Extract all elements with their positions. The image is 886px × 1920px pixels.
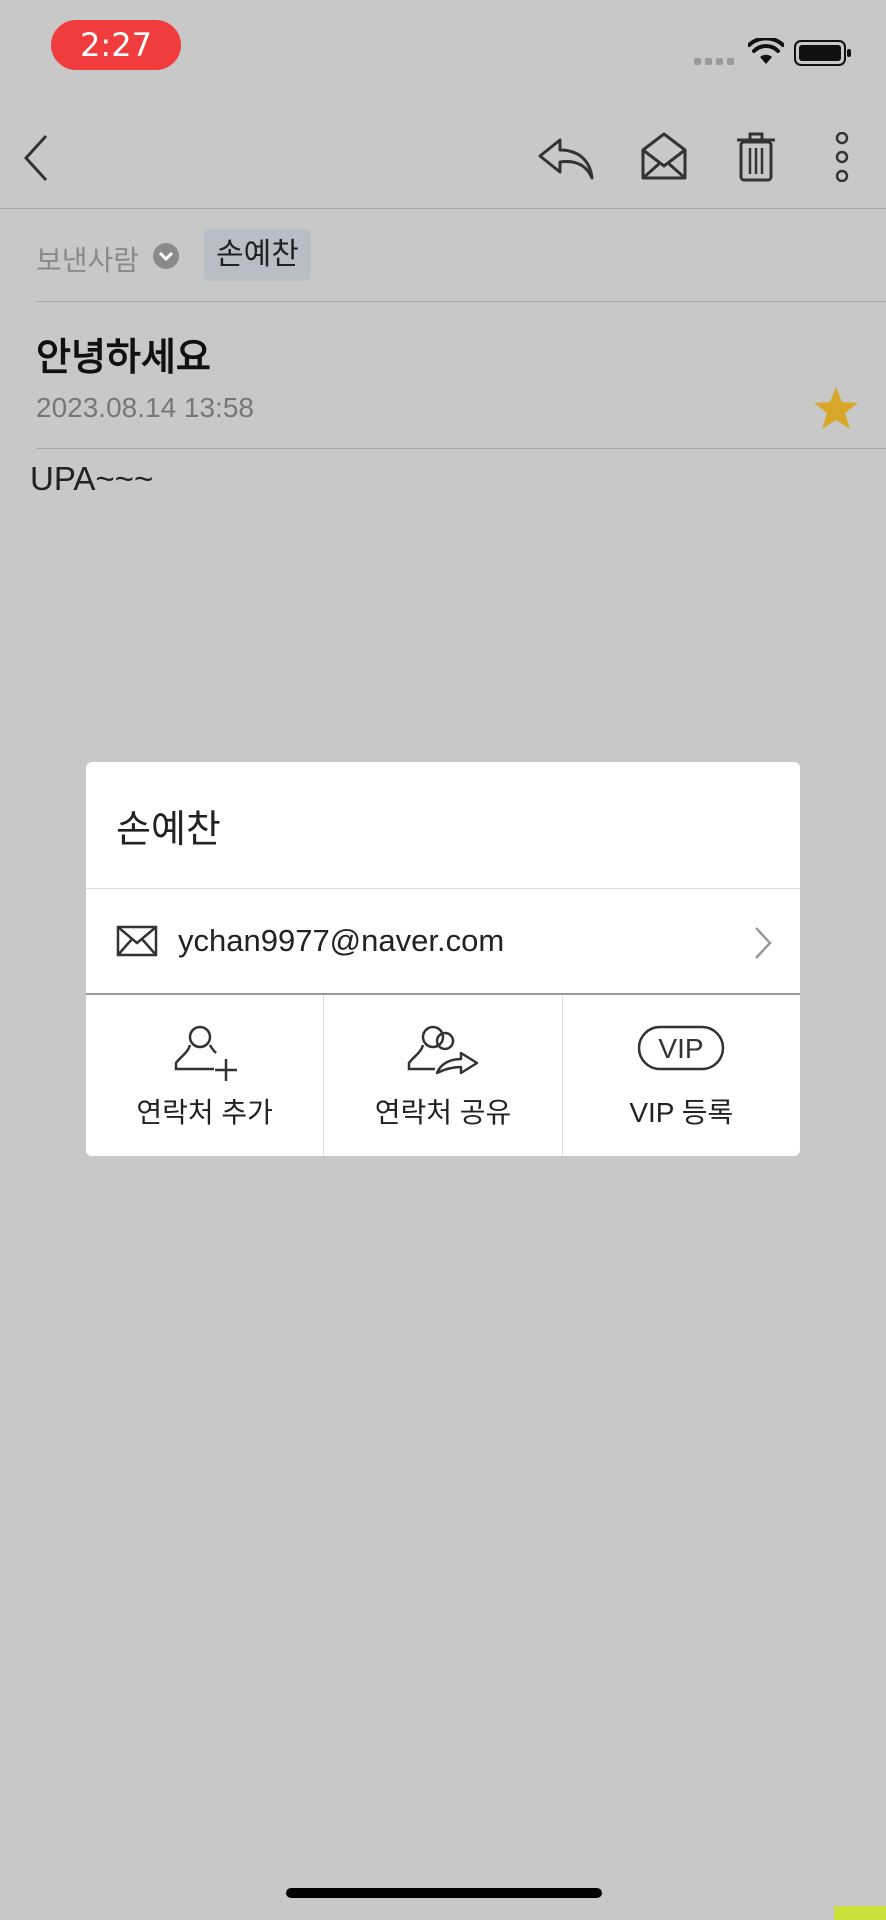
add-contact-button[interactable]: 연락처 추가 — [86, 995, 325, 1156]
status-bar: 2:27 — [0, 0, 886, 100]
vip-register-button[interactable]: VIP VIP 등록 — [563, 995, 800, 1156]
back-chevron-icon[interactable] — [20, 132, 52, 184]
mail-subject: 안녕하세요 — [36, 337, 211, 379]
share-contact-label: 연락처 공유 — [374, 1097, 512, 1128]
add-contact-label: 연락처 추가 — [136, 1097, 273, 1128]
header-divider — [36, 448, 886, 449]
vip-icon: VIP — [638, 1025, 725, 1071]
chevron-right-icon — [755, 927, 772, 959]
home-indicator — [286, 1888, 602, 1898]
battery-icon — [794, 40, 851, 66]
sender-label: 보낸사람 — [36, 245, 140, 276]
share-contact-icon — [407, 1025, 479, 1075]
vip-icon-text: VIP — [659, 1033, 704, 1064]
wifi-icon — [748, 38, 784, 64]
cellular-signal-icon — [694, 58, 734, 65]
sender-row: 보낸사람 손예찬 — [36, 209, 886, 302]
more-vertical-icon[interactable] — [830, 132, 854, 182]
star-icon[interactable] — [812, 385, 860, 431]
chevron-down-icon[interactable] — [152, 242, 180, 270]
contact-popup: 손예찬 ychan9977@naver.com 연락처 추가 연락처 공유 VI… — [86, 762, 800, 1156]
share-contact-button[interactable]: 연락처 공유 — [324, 995, 563, 1156]
vip-register-label: VIP 등록 — [629, 1097, 734, 1128]
mail-body: UPA~~~ — [30, 460, 154, 497]
popup-actions: 연락처 추가 연락처 공유 VIP VIP 등록 — [86, 995, 800, 1156]
status-time: 2:27 — [51, 20, 181, 70]
reply-icon[interactable] — [536, 134, 596, 182]
add-contact-icon — [174, 1025, 237, 1081]
popup-email-row[interactable]: ychan9977@naver.com — [86, 889, 800, 993]
popup-email: ychan9977@naver.com — [178, 923, 505, 958]
corner-mark — [834, 1906, 886, 1920]
sender-chip[interactable]: 손예찬 — [204, 229, 311, 281]
open-envelope-icon[interactable] — [640, 130, 688, 182]
trash-icon[interactable] — [736, 130, 776, 182]
popup-contact-name: 손예찬 — [116, 809, 221, 851]
mail-toolbar — [0, 110, 886, 209]
mail-date: 2023.08.14 13:58 — [36, 392, 254, 423]
envelope-icon — [116, 925, 158, 957]
